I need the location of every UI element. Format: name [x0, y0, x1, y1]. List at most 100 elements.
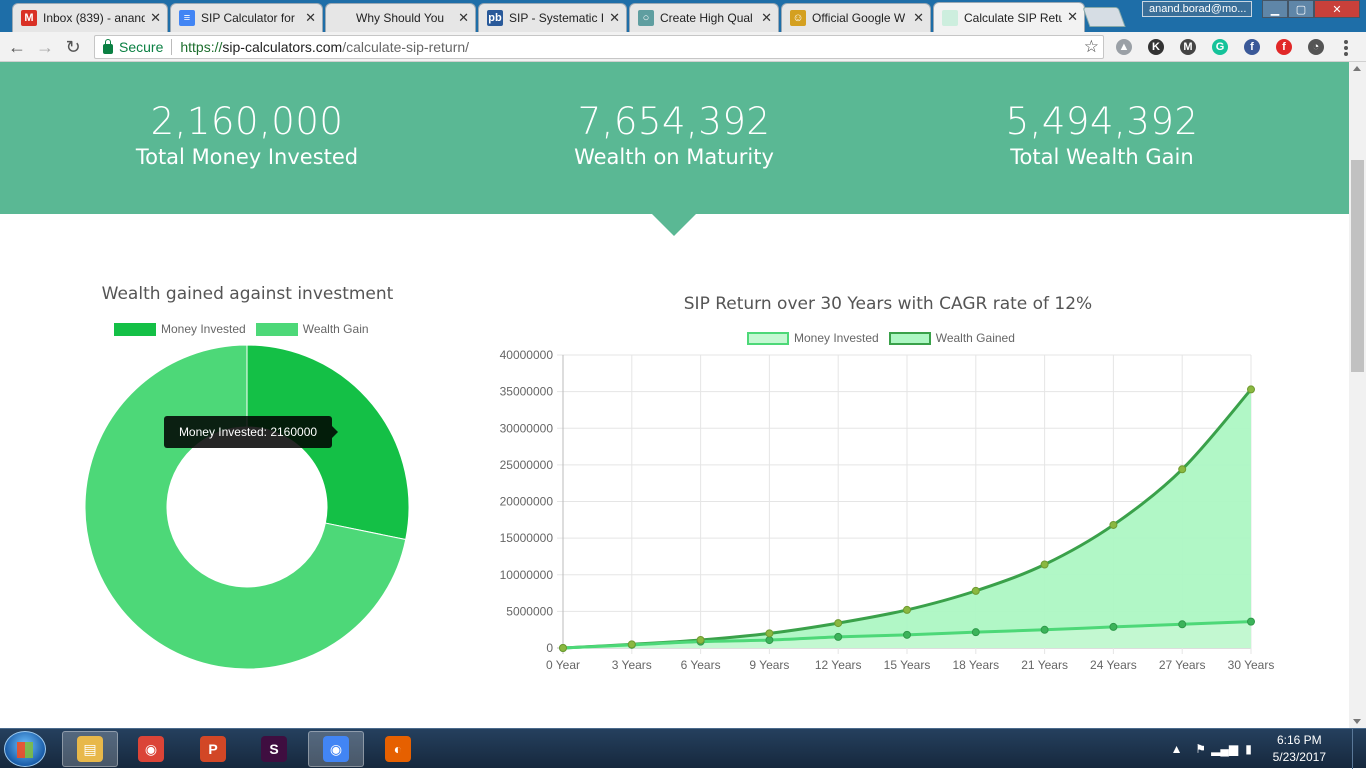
maximize-icon[interactable]: ▢ [1288, 0, 1314, 18]
url-scheme: https:// [180, 39, 223, 55]
new-tab-button[interactable] [1082, 7, 1126, 27]
reload-icon[interactable]: ↻ [62, 36, 84, 58]
taskbar-app[interactable]: ◐ [370, 731, 426, 767]
data-point[interactable] [1109, 520, 1118, 529]
legend-swatch[interactable] [114, 322, 156, 336]
address-bar[interactable]: Secure https://sip-calculators.com/calcu… [94, 35, 1104, 59]
tab-close-icon[interactable]: ✕ [609, 11, 620, 25]
tab-close-icon[interactable]: ✕ [305, 11, 316, 25]
taskbar-app[interactable]: ◉ [308, 731, 364, 767]
facebook-icon[interactable]: f [1244, 39, 1260, 55]
taskbar-app[interactable]: ▤ [62, 731, 118, 767]
data-point[interactable] [903, 605, 911, 614]
close-window-icon[interactable]: ✕ [1314, 0, 1360, 18]
tab-close-icon[interactable]: ✕ [913, 11, 924, 25]
docs-icon: ≡ [179, 10, 195, 26]
gmail-icon: M [21, 10, 37, 26]
back-arrow-icon[interactable]: ← [6, 36, 28, 58]
secure-label: Secure [119, 39, 164, 55]
wealth-maturity-value: 7,654,392 [577, 100, 771, 143]
browser-tab[interactable]: pb SIP - Systematic I ✕ [478, 3, 627, 32]
wealth-gain-stat: 5,494,392 Total Wealth Gain [922, 100, 1282, 170]
legend-swatch[interactable] [255, 322, 298, 336]
x-tick-label: 30 Years [1228, 658, 1275, 672]
data-point[interactable] [834, 632, 843, 641]
legend-label[interactable]: Money Invested [161, 322, 246, 336]
chrome-store-icon: ○ [638, 10, 654, 26]
site-favicon [942, 9, 958, 26]
browser-tab[interactable]: ≡ SIP Calculator for ✕ [170, 3, 323, 32]
data-point[interactable] [559, 644, 567, 652]
minimize-icon[interactable]: ▁ [1262, 0, 1288, 18]
signal-icon[interactable]: ▂▄▆ [1211, 741, 1238, 757]
firefox-icon: ◐ [385, 736, 411, 762]
browser-tab[interactable]: Why Should You ✕ [325, 3, 476, 32]
tab-title: SIP - Systematic I [509, 11, 604, 25]
blogger-icon: ☺ [790, 10, 806, 26]
tray-expand-icon[interactable]: ▲ [1169, 741, 1185, 757]
url-text[interactable]: https://sip-calculators.com/calculate-si… [180, 39, 469, 55]
profile-button[interactable]: anand.borad@mo... [1142, 1, 1252, 17]
data-point[interactable] [1178, 465, 1187, 474]
forward-arrow-icon[interactable]: → [34, 36, 56, 58]
clock-time: 6:16 PM [1276, 733, 1322, 747]
data-point[interactable] [627, 640, 636, 649]
data-point[interactable] [765, 636, 774, 645]
total-invested-value: 2,160,000 [150, 100, 344, 143]
area-chart[interactable]: 0 5000000 10000000 15000000 20000000 25000000… [480, 342, 1280, 687]
k-extension-icon[interactable]: K [1148, 39, 1164, 55]
browser-tab[interactable]: ☺ Official Google W ✕ [781, 3, 931, 32]
speed-icon[interactable]: ◔ [1308, 39, 1324, 55]
browser-tab[interactable]: Calculate SIP Retu ✕ [933, 2, 1085, 32]
tab-close-icon[interactable]: ✕ [458, 11, 469, 25]
data-point[interactable] [1040, 560, 1049, 569]
data-point[interactable] [971, 586, 980, 595]
data-point[interactable] [696, 635, 705, 644]
tab-close-icon[interactable]: ✕ [150, 11, 161, 25]
donut-legend: Money Invested Wealth Gain [114, 322, 379, 336]
browser-tab[interactable]: ○ Create High Qual ✕ [629, 3, 779, 32]
data-point[interactable] [1178, 620, 1187, 629]
tab-title: Official Google W [812, 11, 906, 25]
data-point[interactable] [1109, 622, 1118, 631]
donut-chart[interactable] [77, 337, 417, 677]
flipboard-icon[interactable]: f [1276, 39, 1292, 55]
data-point[interactable] [765, 629, 774, 638]
drive-icon[interactable]: ▲ [1116, 39, 1132, 55]
data-point[interactable] [971, 628, 980, 637]
address-separator [171, 39, 173, 55]
page-scrollbar[interactable] [1349, 62, 1366, 728]
x-tick-label: 18 Years [952, 658, 999, 672]
x-tick-label: 24 Years [1090, 658, 1137, 672]
legend-label[interactable]: Wealth Gain [303, 322, 369, 336]
data-point[interactable] [1040, 625, 1049, 634]
taskbar-app[interactable]: P [185, 731, 241, 767]
chrome-icon: ◉ [138, 736, 164, 762]
scroll-thumb[interactable] [1351, 160, 1364, 372]
scroll-up-icon[interactable] [1353, 66, 1361, 71]
data-point[interactable] [834, 619, 843, 628]
battery-icon[interactable]: ▮ [1241, 741, 1257, 757]
grammarly-icon[interactable]: G [1212, 39, 1228, 55]
gmail-ext-icon[interactable]: M [1180, 39, 1196, 55]
start-button[interactable] [4, 731, 46, 767]
show-desktop-button[interactable] [1352, 729, 1366, 769]
taskbar-app[interactable]: ◉ [123, 731, 179, 767]
tab-close-icon[interactable]: ✕ [1067, 10, 1078, 24]
url-path: /calculate-sip-return/ [342, 39, 470, 55]
data-point[interactable] [1247, 617, 1255, 626]
browser-tab[interactable]: M Inbox (839) - anand ✕ [12, 3, 168, 32]
taskbar-app[interactable]: S [246, 731, 302, 767]
data-point[interactable] [903, 630, 911, 639]
tab-close-icon[interactable]: ✕ [761, 11, 772, 25]
wealth-gain-value: 5,494,392 [1005, 100, 1199, 143]
network-flag-icon[interactable]: ⚑ [1193, 741, 1209, 757]
scroll-down-icon[interactable] [1353, 719, 1361, 724]
data-point[interactable] [1247, 385, 1255, 394]
clock[interactable]: 6:16 PM 5/23/2017 [1273, 732, 1326, 766]
clock-date: 5/23/2017 [1272, 750, 1326, 764]
powerpoint-icon: P [200, 736, 226, 762]
bookmark-star-icon[interactable]: ☆ [1084, 36, 1099, 58]
browser-menu-icon[interactable] [1344, 40, 1348, 56]
summary-band: 2,160,000 Total Money Invested 7,654,392… [0, 62, 1349, 214]
